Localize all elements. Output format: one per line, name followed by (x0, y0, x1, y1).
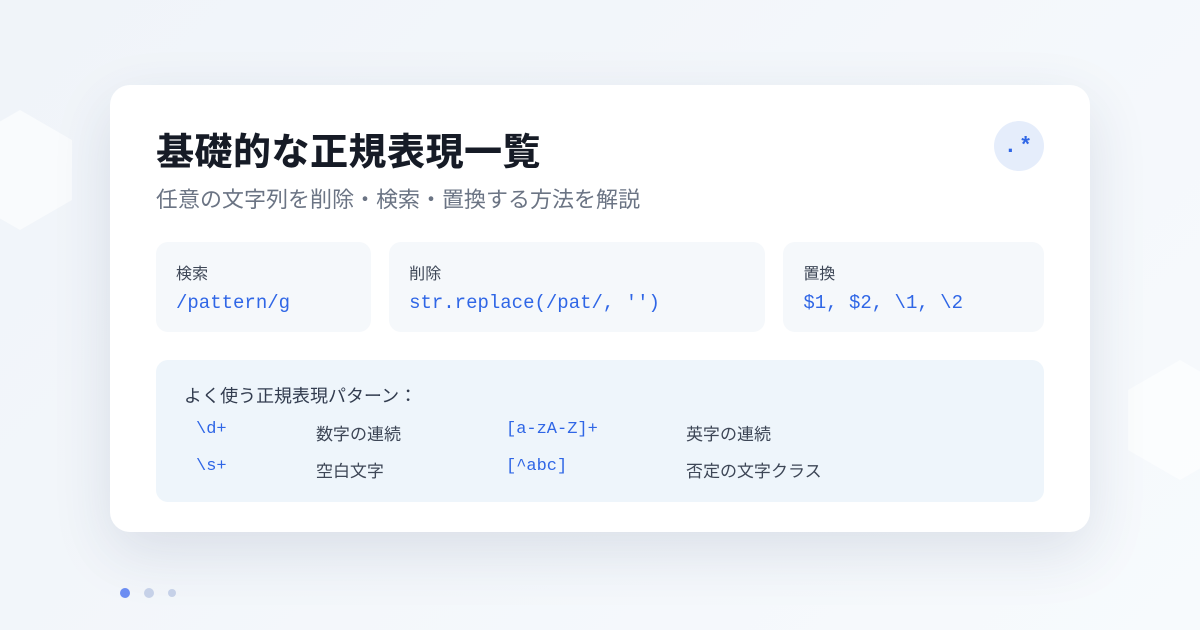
patterns-grid: \d+ 数字の連続 [a-zA-Z]+ 英字の連続 \s+ 空白文字 [^abc… (184, 420, 1016, 482)
header-text: 基礎的な正規表現一覧 任意の文字列を削除・検索・置換する方法を解説 (156, 121, 640, 214)
pattern-desc: 英字の連続 (686, 420, 1016, 445)
regex-badge-icon: .* (994, 121, 1044, 171)
pattern-desc: 数字の連続 (316, 420, 496, 445)
header-row: 基礎的な正規表現一覧 任意の文字列を削除・検索・置換する方法を解説 .* (156, 121, 1044, 214)
op-delete-label: 削除 (409, 260, 745, 284)
pattern-code: [a-zA-Z]+ (506, 420, 676, 445)
pattern-code: [^abc] (506, 457, 676, 482)
op-replace-label: 置換 (803, 260, 1024, 284)
op-delete: 削除 str.replace(/pat/, '') (389, 242, 765, 332)
patterns-panel: よく使う正規表現パターン： \d+ 数字の連続 [a-zA-Z]+ 英字の連続 … (156, 360, 1044, 502)
op-replace: 置換 $1, $2, \1, \2 (783, 242, 1044, 332)
dot-2 (144, 588, 154, 598)
page-subtitle: 任意の文字列を削除・検索・置換する方法を解説 (156, 182, 640, 214)
op-search-code: /pattern/g (176, 292, 351, 314)
dot-3 (168, 589, 176, 597)
dot-1 (120, 588, 130, 598)
patterns-title: よく使う正規表現パターン： (184, 382, 1016, 408)
op-delete-code: str.replace(/pat/, '') (409, 292, 745, 314)
page-title: 基礎的な正規表現一覧 (156, 121, 640, 176)
operations-row: 検索 /pattern/g 削除 str.replace(/pat/, '') … (156, 242, 1044, 332)
pagination-dots (120, 588, 176, 598)
pattern-desc: 空白文字 (316, 457, 496, 482)
content-card: 基礎的な正規表現一覧 任意の文字列を削除・検索・置換する方法を解説 .* 検索 … (110, 85, 1090, 532)
op-search-label: 検索 (176, 260, 351, 284)
op-replace-code: $1, $2, \1, \2 (803, 292, 1024, 314)
pattern-code: \d+ (196, 420, 306, 445)
op-search: 検索 /pattern/g (156, 242, 371, 332)
bg-hex-shape (1120, 360, 1200, 480)
pattern-code: \s+ (196, 457, 306, 482)
regex-badge-text: .* (1004, 134, 1034, 159)
bg-hex-shape (0, 110, 80, 230)
pattern-desc: 否定の文字クラス (686, 457, 1016, 482)
